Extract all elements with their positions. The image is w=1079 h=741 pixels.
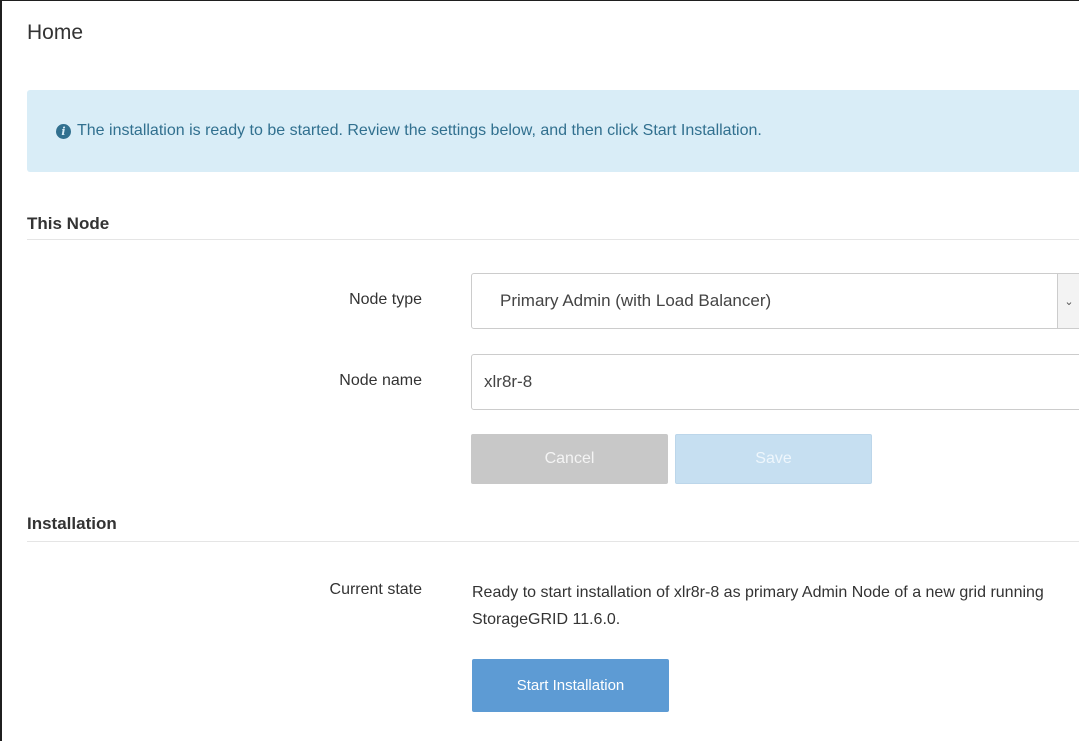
info-icon: i [56,123,71,139]
info-alert: i The installation is ready to be starte… [27,90,1079,172]
node-type-selected-value: Primary Admin (with Load Balancer) [500,291,772,310]
node-name-input[interactable] [471,354,1079,410]
current-state-text: Ready to start installation of xlr8r-8 a… [472,584,1044,628]
section-heading-installation: Installation [27,514,117,533]
chevron-down-icon[interactable]: ⌄ [1057,274,1079,328]
current-state-label: Current state [329,581,422,598]
start-installation-button[interactable]: Start Installation [472,659,669,712]
save-button[interactable]: Save [675,434,872,484]
page-title: Home [27,21,84,44]
cancel-button[interactable]: Cancel [471,434,668,484]
node-type-label: Node type [349,291,422,308]
page-frame: Home i The installation is ready to be s… [0,0,1079,741]
section-heading-this-node: This Node [27,214,110,233]
section-divider [27,541,1079,542]
node-name-label: Node name [339,372,422,389]
node-type-select[interactable]: Primary Admin (with Load Balancer) ⌄ [471,273,1079,329]
alert-message: The installation is ready to be started.… [77,122,762,139]
section-divider [27,239,1079,240]
